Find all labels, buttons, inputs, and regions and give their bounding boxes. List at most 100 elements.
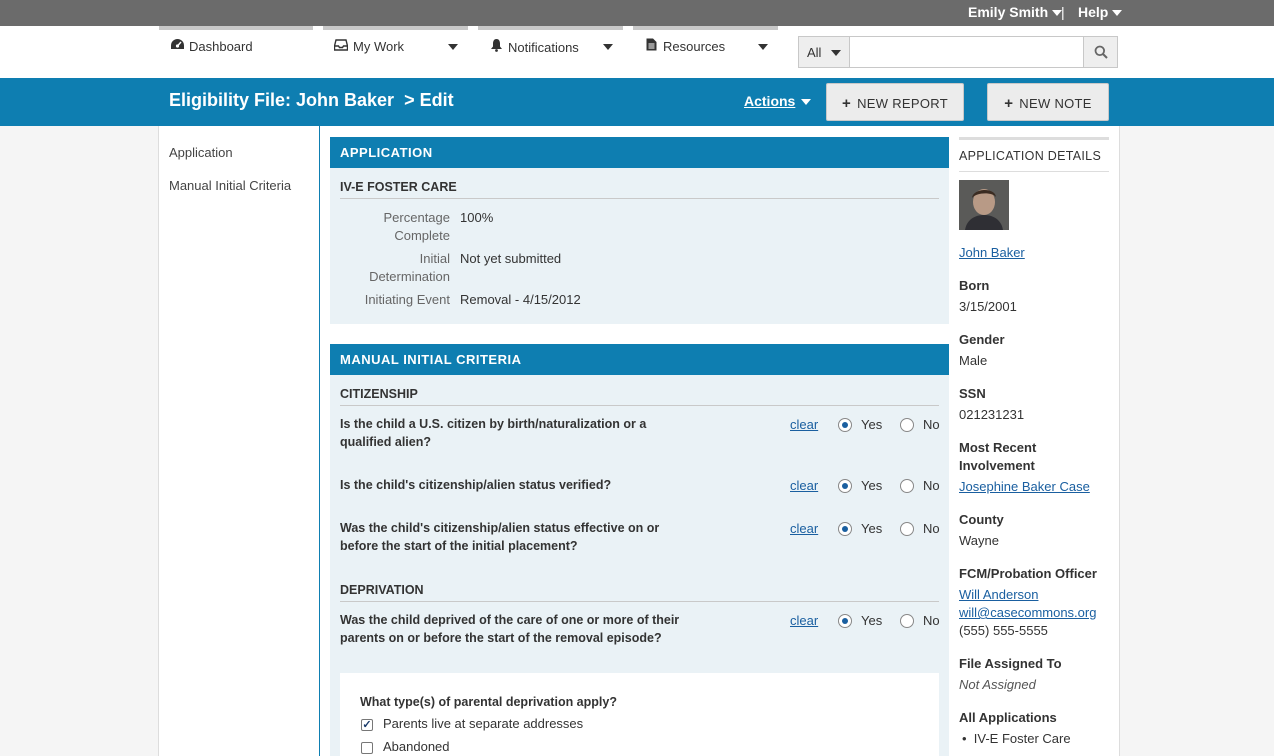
list-item[interactable]: • IV-E Foster Care [962, 730, 1071, 748]
application-section: APPLICATION IV-E FOSTER CARE Percentage C… [330, 137, 949, 324]
iv-e-foster-care-subheading: IV-E FOSTER CARE [340, 180, 939, 199]
label-line: Most Recent [959, 440, 1037, 455]
percentage-complete-label: Percentage Complete [340, 209, 451, 245]
born-label: Born [959, 278, 990, 293]
officer-name-link[interactable]: Will Anderson [959, 586, 1038, 604]
checkbox[interactable] [361, 742, 373, 754]
nav-notifications[interactable]: Notifications [478, 26, 623, 60]
new-report-button[interactable]: + NEW REPORT [826, 83, 964, 121]
no-radio[interactable] [900, 614, 914, 628]
plus-icon: + [1004, 95, 1014, 112]
nav-resources[interactable]: Resources [633, 26, 778, 60]
search-input[interactable] [850, 36, 1084, 68]
document-icon [643, 38, 659, 54]
deprivation-question: Was the child deprived of the care of on… [340, 611, 690, 647]
main-nav: Dashboard My Work Notifications Resource… [0, 26, 1274, 78]
chevron-down-icon[interactable] [758, 44, 768, 50]
help-menu[interactable]: Help [1078, 4, 1123, 20]
county-label: County [959, 512, 1004, 527]
label-line: Complete [394, 228, 450, 243]
yes-label: Yes [861, 613, 883, 628]
label-line: Initial [419, 251, 450, 266]
new-note-button[interactable]: + NEW NOTE [987, 83, 1109, 121]
clear-link[interactable]: clear [790, 417, 818, 432]
nav-my-work[interactable]: My Work [323, 26, 468, 60]
clear-link[interactable]: clear [790, 521, 818, 536]
question-line: parents on or before the start of the re… [340, 631, 662, 645]
chevron-down-icon[interactable] [448, 44, 458, 50]
deprivation-type-label: Abandoned [383, 739, 450, 754]
initiating-event-value: Removal - 4/15/2012 [460, 292, 581, 307]
clear-link[interactable]: clear [790, 478, 818, 493]
sidenav-item-application[interactable]: Application [169, 145, 233, 160]
new-note-label: NEW NOTE [1019, 96, 1092, 111]
question-line: Was the child deprived of the care of on… [340, 613, 680, 627]
yes-radio[interactable] [838, 418, 852, 432]
involvement-link[interactable]: Josephine Baker Case [959, 478, 1090, 496]
application-list-label: IV-E Foster Care [973, 731, 1071, 746]
user-menu[interactable]: Emily Smith [968, 4, 1063, 20]
label-line: Percentage [383, 210, 451, 225]
file-assigned-label: File Assigned To [959, 656, 1062, 671]
bell-icon [488, 38, 504, 55]
all-applications-label: All Applications [959, 710, 1057, 725]
chevron-down-icon[interactable] [603, 44, 613, 50]
sidenav-item-manual-initial-criteria[interactable]: Manual Initial Criteria [169, 178, 291, 193]
yes-radio[interactable] [838, 522, 852, 536]
page-title-text: Eligibility File: John Baker [169, 90, 395, 110]
no-radio[interactable] [900, 522, 914, 536]
file-assigned-value: Not Assigned [959, 677, 1036, 692]
citizenship-question-2: Is the child's citizenship/alien status … [340, 478, 612, 492]
search-button[interactable] [1083, 36, 1118, 68]
yes-label: Yes [861, 417, 883, 432]
actions-menu[interactable]: Actions [744, 93, 812, 109]
deprivation-type-label: Parents live at separate addresses [383, 716, 584, 731]
question-line: Is the child a U.S. citizen by birth/nat… [340, 417, 647, 431]
top-bar: Emily Smith | Help [0, 0, 1274, 26]
checkbox-checked[interactable]: ✓ [361, 719, 373, 731]
inbox-icon [333, 38, 349, 54]
chevron-down-icon [801, 99, 812, 106]
officer-email-link[interactable]: will@casecommons.org [959, 604, 1096, 622]
ssn-label: SSN [959, 386, 986, 401]
born-value: 3/15/2001 [959, 299, 1017, 314]
initial-determination-value: Not yet submitted [460, 251, 562, 266]
nav-resources-label: Resources [663, 39, 726, 54]
question-line: qualified alien? [340, 435, 431, 449]
nav-my-work-label: My Work [353, 39, 405, 54]
citizenship-subheading: CITIZENSHIP [340, 387, 939, 406]
breadcrumb-edit: > Edit [404, 90, 454, 110]
no-label: No [923, 478, 940, 493]
deprivation-types-question: What type(s) of parental deprivation app… [360, 695, 617, 709]
application-details: APPLICATION DETAILS [959, 137, 1109, 172]
initial-determination-label: Initial Determination [340, 250, 450, 286]
child-name-link[interactable]: John Baker [959, 244, 1025, 262]
question-line: Was the child's citizenship/alien status… [340, 521, 660, 535]
no-radio[interactable] [900, 479, 914, 493]
clear-link[interactable]: clear [790, 613, 818, 628]
most-recent-involvement-label: Most Recent Involvement [959, 439, 1036, 475]
nav-dashboard[interactable]: Dashboard [159, 26, 313, 60]
actions-label: Actions [744, 93, 796, 109]
search-scope-select[interactable]: All [798, 36, 850, 68]
yes-radio[interactable] [838, 614, 852, 628]
plus-icon: + [842, 95, 852, 112]
no-label: No [923, 521, 940, 536]
citizenship-question-3: Was the child's citizenship/alien status… [340, 519, 690, 555]
user-name: Emily Smith [968, 4, 1049, 20]
deprivation-types-panel: What type(s) of parental deprivation app… [340, 673, 939, 756]
manual-initial-criteria-heading: MANUAL INITIAL CRITERIA [330, 344, 949, 375]
chevron-down-icon [831, 50, 841, 56]
search-bar: All [798, 36, 1118, 68]
new-report-label: NEW REPORT [857, 96, 948, 111]
avatar [959, 180, 1009, 230]
county-value: Wayne [959, 533, 999, 548]
yes-radio[interactable] [838, 479, 852, 493]
sidenav-divider [319, 126, 320, 756]
no-label: No [923, 613, 940, 628]
help-label: Help [1078, 4, 1109, 20]
nav-notifications-label: Notifications [508, 40, 579, 55]
no-radio[interactable] [900, 418, 914, 432]
search-icon [1094, 45, 1108, 62]
ssn-value: 021231231 [959, 407, 1025, 422]
